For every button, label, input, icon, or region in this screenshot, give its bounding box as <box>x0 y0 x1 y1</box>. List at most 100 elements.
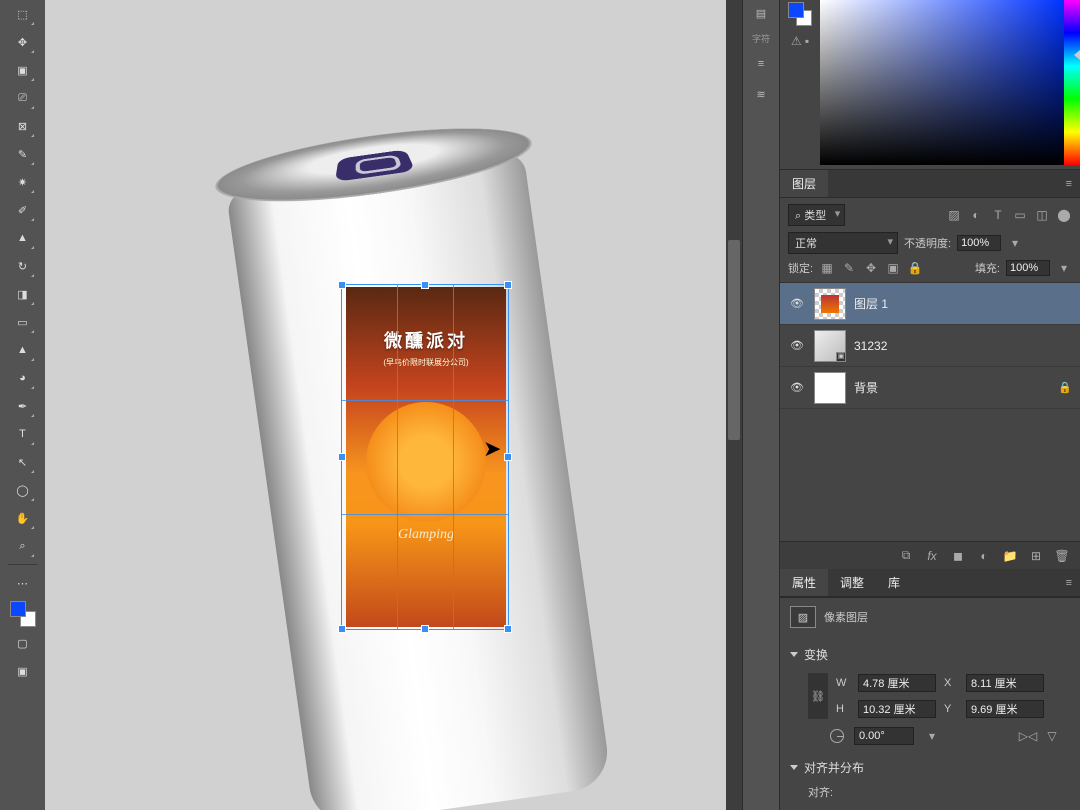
tool-stamp[interactable]: ▲ <box>11 226 35 250</box>
lock-paint-icon[interactable]: ✎ <box>841 260 857 276</box>
lock-all-icon[interactable]: 🔒 <box>907 260 923 276</box>
visibility-toggle-icon[interactable]: 👁 <box>788 381 806 394</box>
hue-slider-handle[interactable] <box>1074 50 1080 60</box>
tool-brush[interactable]: ✐ <box>11 198 35 222</box>
tool-gradient[interactable]: ▭ <box>11 310 35 334</box>
tab-library[interactable]: 库 <box>876 569 912 596</box>
vertical-scrollbar[interactable] <box>726 0 742 810</box>
lock-transparency-icon[interactable]: ▦ <box>819 260 835 276</box>
opacity-dropdown-icon[interactable]: ▾ <box>1007 235 1023 251</box>
transform-handle-bl[interactable] <box>338 625 346 633</box>
layers-panel-menu-icon[interactable]: ≡ <box>1058 178 1080 190</box>
tool-lasso[interactable]: ✥ <box>11 30 35 54</box>
tool-eyedropper[interactable]: ✎ <box>11 142 35 166</box>
foreground-background-colors[interactable] <box>10 601 36 627</box>
screen-mode-icon[interactable]: ▣ <box>11 659 35 683</box>
properties-panel-menu-icon[interactable]: ≡ <box>1058 577 1080 589</box>
tool-dodge[interactable]: ◕ <box>11 366 35 390</box>
tool-zoom[interactable]: ⌕ <box>11 534 35 558</box>
lock-icon[interactable]: 🔒 <box>1058 381 1072 394</box>
layer-row[interactable]: 👁 背景 🔒 <box>780 367 1080 409</box>
height-input[interactable] <box>858 700 936 718</box>
tool-pen[interactable]: ✒ <box>11 394 35 418</box>
tool-object-select[interactable]: ▣ <box>11 58 35 82</box>
dock-history-icon[interactable]: ▤ <box>750 2 772 24</box>
tool-type[interactable]: T <box>11 422 35 446</box>
filter-toggle-icon[interactable]: ⬤ <box>1056 207 1072 223</box>
opacity-input[interactable] <box>957 235 1001 251</box>
filter-type-icon[interactable]: T <box>990 207 1006 223</box>
dock-paragraph-icon[interactable]: ≡ <box>750 53 772 75</box>
tool-edit-toolbar[interactable]: ⋯ <box>11 571 35 595</box>
layer-thumbnail[interactable]: ▣ <box>814 330 846 362</box>
tool-blur[interactable]: ▲ <box>11 338 35 362</box>
canvas-area[interactable]: 微醺派对 (早鸟价限时联展分公司) Glamping ➤ <box>45 0 742 810</box>
quick-mask-icon[interactable]: ▢ <box>11 631 35 655</box>
layer-row[interactable]: 👁 图层 1 <box>780 283 1080 325</box>
tool-path-select[interactable]: ↖ <box>11 450 35 474</box>
blend-mode-select[interactable]: 正常 <box>788 232 898 254</box>
document-canvas[interactable]: 微醺派对 (早鸟价限时联展分公司) Glamping ➤ <box>45 0 742 810</box>
layer-filter-type[interactable]: ⌕ 类型 <box>788 204 845 226</box>
layer-name[interactable]: 背景 <box>854 379 878 396</box>
visibility-toggle-icon[interactable]: 👁 <box>788 297 806 310</box>
transform-handle-br[interactable] <box>504 625 512 633</box>
lock-artboard-icon[interactable]: ▣ <box>885 260 901 276</box>
layer-thumbnail[interactable] <box>814 372 846 404</box>
trash-icon[interactable]: 🗑 <box>1054 549 1070 563</box>
layer-name[interactable]: 图层 1 <box>854 295 888 312</box>
tool-eraser[interactable]: ◨ <box>11 282 35 306</box>
tool-ellipse[interactable]: ◯ <box>11 478 35 502</box>
visibility-toggle-icon[interactable]: 👁 <box>788 339 806 352</box>
color-panel-swatch[interactable] <box>788 2 812 26</box>
filter-adjust-icon[interactable]: ◐ <box>968 207 984 223</box>
tab-properties[interactable]: 属性 <box>780 569 828 596</box>
transform-handle-mr[interactable] <box>504 453 512 461</box>
align-section-header[interactable]: 对齐并分布 <box>790 753 1070 782</box>
link-layers-icon[interactable]: ⧉ <box>898 548 914 563</box>
fill-input[interactable] <box>1006 260 1050 276</box>
transform-handle-bm[interactable] <box>421 625 429 633</box>
link-wh-icon[interactable]: ⛓ <box>808 673 828 719</box>
transform-handle-tl[interactable] <box>338 281 346 289</box>
filter-smart-icon[interactable]: ◫ <box>1034 207 1050 223</box>
transform-handle-tm[interactable] <box>421 281 429 289</box>
dock-character-label[interactable]: 字符 <box>752 32 770 45</box>
adjustment-layer-icon[interactable]: ◐ <box>976 549 992 563</box>
y-input[interactable] <box>966 700 1044 718</box>
dock-options-icon[interactable]: ≋ <box>750 83 772 105</box>
gamut-warning-icon[interactable]: ⚠ ▪ <box>791 34 809 48</box>
angle-dropdown-icon[interactable]: ▾ <box>924 728 940 744</box>
tool-hand[interactable]: ✋ <box>11 506 35 530</box>
transform-handle-ml[interactable] <box>338 453 346 461</box>
fx-icon[interactable]: fx <box>924 549 940 563</box>
angle-input[interactable] <box>854 727 914 745</box>
lock-position-icon[interactable]: ✥ <box>863 260 879 276</box>
layer-name[interactable]: 31232 <box>854 339 887 353</box>
width-input[interactable] <box>858 674 936 692</box>
x-input[interactable] <box>966 674 1044 692</box>
tool-marquee[interactable]: ⬚ <box>11 2 35 26</box>
layer-row[interactable]: 👁 ▣ 31232 <box>780 325 1080 367</box>
tool-history-brush[interactable]: ↻ <box>11 254 35 278</box>
transform-section-header[interactable]: 变换 <box>790 640 1070 669</box>
tool-crop[interactable]: ⎚ <box>11 86 35 110</box>
transform-handle-tr[interactable] <box>504 281 512 289</box>
scrollbar-thumb[interactable] <box>728 240 740 440</box>
flip-horizontal-icon[interactable]: ▷◁ <box>1020 728 1036 744</box>
mask-icon[interactable]: ◼ <box>950 549 966 563</box>
color-field[interactable] <box>820 0 1064 165</box>
fill-dropdown-icon[interactable]: ▾ <box>1056 260 1072 276</box>
filter-image-icon[interactable]: ▨ <box>946 207 962 223</box>
new-layer-icon[interactable]: ⊞ <box>1028 549 1044 563</box>
hue-slider[interactable] <box>1064 0 1080 165</box>
tool-healing[interactable]: ✷ <box>11 170 35 194</box>
tab-layers[interactable]: 图层 <box>780 170 828 197</box>
layer-thumbnail[interactable] <box>814 288 846 320</box>
flip-vertical-icon[interactable]: ▽ <box>1044 728 1060 744</box>
foreground-color-swatch[interactable] <box>10 601 26 617</box>
filter-shape-icon[interactable]: ▭ <box>1012 207 1028 223</box>
tab-adjust[interactable]: 调整 <box>828 569 876 596</box>
tool-frame[interactable]: ⊠ <box>11 114 35 138</box>
group-icon[interactable]: 📁 <box>1002 549 1018 563</box>
